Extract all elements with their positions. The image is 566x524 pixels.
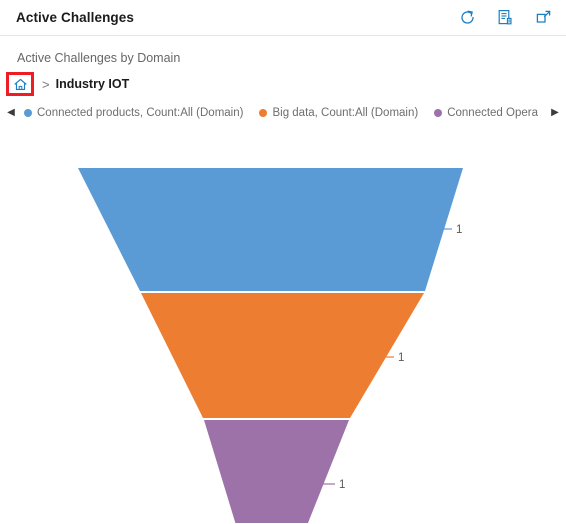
chart-legend: ◀ Connected products, Count:All (Domain)… xyxy=(0,102,566,124)
legend-dot-orange xyxy=(259,109,268,117)
funnel-value-label-2: 1 xyxy=(339,479,345,491)
legend-label-1: Big data, Count:All (Domain) xyxy=(272,107,419,119)
funnel-value-label-0: 1 xyxy=(456,224,462,236)
legend-item-0[interactable]: Connected products, Count:All (Domain) xyxy=(24,107,243,119)
chart-container: Active Challenges by Domain > Industry I… xyxy=(0,36,566,523)
records-icon[interactable] xyxy=(496,9,514,27)
legend-next-arrow[interactable]: ▶ xyxy=(544,108,566,118)
funnel-chart: 1 1 1 xyxy=(0,124,566,523)
legend-label-2: Connected Opera xyxy=(447,107,538,119)
legend-items: Connected products, Count:All (Domain) B… xyxy=(22,107,544,119)
header-actions xyxy=(458,9,552,27)
panel-header: Active Challenges xyxy=(0,0,566,36)
funnel-segment-0[interactable] xyxy=(78,168,463,291)
legend-dot-purple xyxy=(434,109,443,117)
home-icon[interactable] xyxy=(6,72,34,96)
funnel-value-label-1: 1 xyxy=(398,352,404,364)
legend-prev-arrow[interactable]: ◀ xyxy=(0,108,22,118)
legend-dot-blue xyxy=(24,109,32,117)
legend-label-0: Connected products, Count:All (Domain) xyxy=(37,107,244,119)
funnel-segment-1[interactable] xyxy=(141,293,424,418)
funnel-svg: 1 1 1 xyxy=(78,168,463,523)
popout-icon[interactable] xyxy=(534,9,552,27)
legend-item-2[interactable]: Connected Opera xyxy=(434,107,538,119)
breadcrumb-separator: > xyxy=(42,76,50,92)
refresh-icon[interactable] xyxy=(458,9,476,27)
page-title: Active Challenges xyxy=(16,10,134,25)
funnel-segment-2[interactable] xyxy=(204,420,349,523)
breadcrumb: > Industry IOT xyxy=(6,72,129,96)
breadcrumb-current[interactable]: Industry IOT xyxy=(56,77,130,91)
chart-subtitle: Active Challenges by Domain xyxy=(17,51,181,65)
legend-item-1[interactable]: Big data, Count:All (Domain) xyxy=(259,107,418,119)
